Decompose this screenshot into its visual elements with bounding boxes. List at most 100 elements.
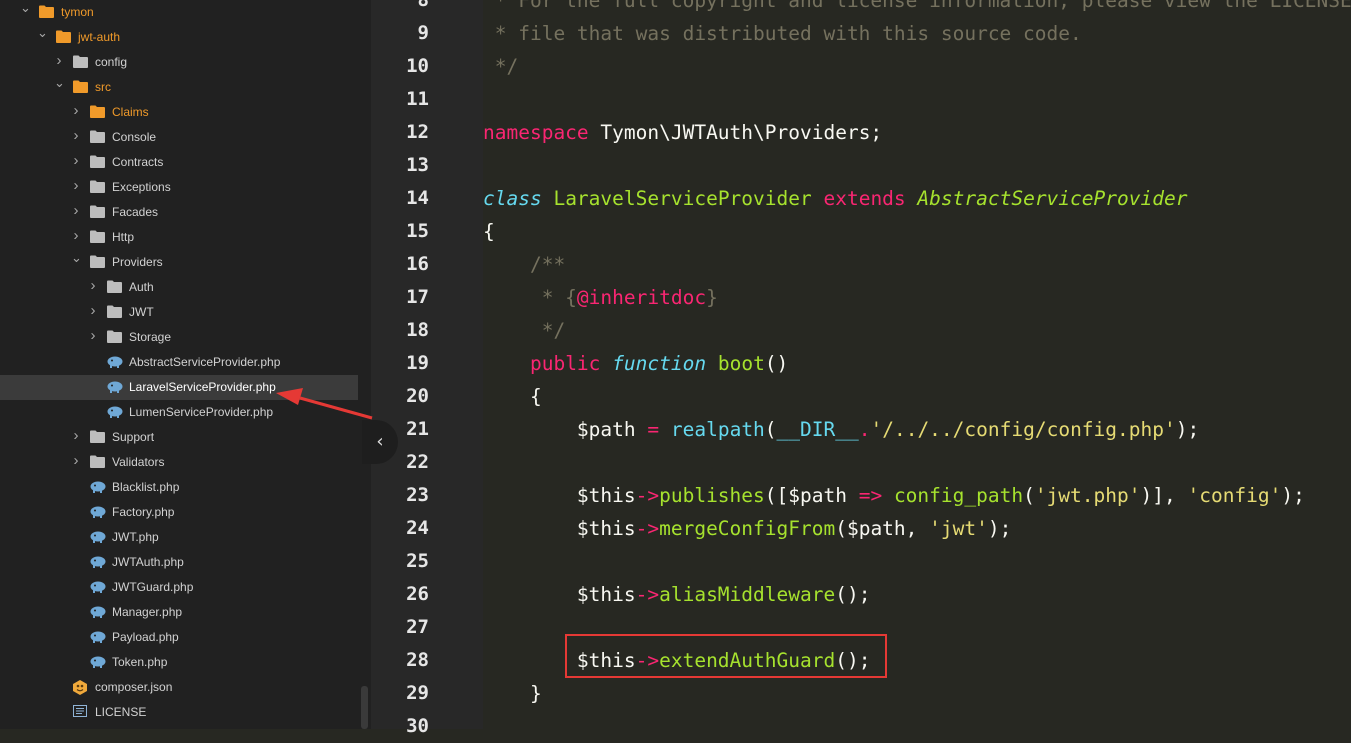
line-number: 19: [406, 352, 429, 374]
tree-item[interactable]: AbstractServiceProvider.php: [0, 350, 358, 375]
tree-item[interactable]: JWT.php: [0, 525, 358, 550]
tree-item[interactable]: ⌄ Providers: [0, 250, 358, 275]
tree-item[interactable]: › Claims: [0, 100, 358, 125]
code-token: class: [483, 187, 542, 210]
chevron-right-icon[interactable]: ›: [88, 328, 98, 343]
tree-item[interactable]: › Support: [0, 425, 358, 450]
tree-item[interactable]: ⌄ jwt-auth: [0, 25, 358, 50]
chevron-right-icon[interactable]: ›: [54, 53, 64, 68]
sidebar-scrollbar[interactable]: [358, 0, 371, 729]
line-number: 14: [406, 187, 429, 209]
tree-item[interactable]: › JWT: [0, 300, 358, 325]
tree-item[interactable]: › Http: [0, 225, 358, 250]
tree-item-label: LaravelServiceProvider.php: [129, 380, 276, 394]
code-line[interactable]: * For the full copyright and license inf…: [483, 0, 1351, 17]
code-line[interactable]: $this->publishes([$path => config_path('…: [483, 479, 1305, 512]
tree-item-label: Storage: [129, 330, 172, 344]
code-token: */: [483, 319, 566, 342]
chevron-right-icon[interactable]: ›: [71, 103, 81, 118]
tree-item-label: Payload.php: [112, 630, 179, 644]
code-token: {: [483, 385, 542, 408]
tree-item[interactable]: › Facades: [0, 200, 358, 225]
code-token: mergeConfigFrom: [659, 517, 836, 540]
chevron-right-icon[interactable]: ›: [71, 153, 81, 168]
code-line[interactable]: * file that was distributed with this so…: [483, 17, 1082, 50]
code-token: {: [483, 220, 495, 243]
tree-item[interactable]: › Validators: [0, 450, 358, 475]
folder-icon: [90, 255, 106, 269]
code-line[interactable]: $this->aliasMiddleware();: [483, 578, 871, 611]
tree-item[interactable]: LICENSE: [0, 700, 358, 725]
tree-item[interactable]: Blacklist.php: [0, 475, 358, 500]
chevron-down-icon[interactable]: ⌄: [37, 26, 48, 40]
chevron-right-icon[interactable]: ›: [71, 203, 81, 218]
tree-item[interactable]: LumenServiceProvider.php: [0, 400, 358, 425]
tree-item[interactable]: › config: [0, 50, 358, 75]
chevron-down-icon[interactable]: ⌄: [20, 1, 31, 15]
code-token: public: [529, 352, 601, 375]
chevron-right-icon[interactable]: ›: [71, 428, 81, 443]
tree-item[interactable]: JWTGuard.php: [0, 575, 358, 600]
code-line[interactable]: {: [483, 380, 542, 413]
chevron-down-icon[interactable]: ⌄: [71, 251, 82, 265]
code-token: extends: [823, 187, 906, 210]
tree-item[interactable]: › Contracts: [0, 150, 358, 175]
tree-item[interactable]: › Storage: [0, 325, 358, 350]
folder-icon: [73, 80, 89, 94]
code-line[interactable]: {: [483, 215, 495, 248]
chevron-right-icon[interactable]: ›: [88, 303, 98, 318]
code-line[interactable]: */: [483, 50, 519, 83]
code-token: );: [1175, 418, 1200, 441]
tree-item[interactable]: Token.php: [0, 650, 358, 675]
code-line[interactable]: $this->mergeConfigFrom($path, 'jwt');: [483, 512, 1011, 545]
sidebar-scrollbar-thumb[interactable]: [361, 686, 368, 729]
chevron-down-icon[interactable]: ⌄: [54, 76, 65, 90]
code-line[interactable]: }: [483, 677, 542, 710]
line-number: 13: [406, 154, 429, 176]
tree-item-label: JWTAuth.php: [112, 555, 184, 569]
tree-item[interactable]: › Exceptions: [0, 175, 358, 200]
code-token: (: [1023, 484, 1035, 507]
code-line[interactable]: namespace Tymon\JWTAuth\Providers;: [483, 116, 882, 149]
tree-item[interactable]: ⌄ src: [0, 75, 358, 100]
line-number: 8: [417, 0, 429, 11]
tree-item[interactable]: Factory.php: [0, 500, 358, 525]
folder-icon: [90, 430, 106, 444]
code-line[interactable]: /**: [483, 248, 565, 281]
chevron-right-icon[interactable]: ›: [88, 278, 98, 293]
chevron-right-icon[interactable]: ›: [71, 453, 81, 468]
tree-item[interactable]: LaravelServiceProvider.php: [0, 375, 358, 400]
composer-icon: [73, 680, 89, 695]
code-token: .: [858, 418, 871, 441]
code-token: ->: [635, 517, 660, 540]
tree-item-label: LICENSE: [95, 705, 147, 719]
tree-item[interactable]: JWTAuth.php: [0, 550, 358, 575]
tree-item[interactable]: › Console: [0, 125, 358, 150]
code-line[interactable]: * {@inheritdoc}: [483, 281, 718, 314]
php-file-icon: [90, 555, 106, 569]
code-token: '/../../config/config.php': [870, 418, 1176, 441]
code-line[interactable]: class LaravelServiceProvider extends Abs…: [483, 182, 1187, 215]
tree-item[interactable]: Payload.php: [0, 625, 358, 650]
tree-item[interactable]: composer.json: [0, 675, 358, 700]
chevron-right-icon[interactable]: ›: [71, 228, 81, 243]
chevron-right-icon[interactable]: ›: [71, 178, 81, 193]
folder-icon: [107, 330, 123, 344]
php-file-icon: [90, 605, 106, 619]
code-line[interactable]: $path = realpath(__DIR__.'/../../config/…: [483, 413, 1199, 446]
chevron-right-icon[interactable]: ›: [71, 128, 81, 143]
code-line[interactable]: */: [483, 314, 566, 347]
tree-item[interactable]: › Auth: [0, 275, 358, 300]
tree-item[interactable]: Manager.php: [0, 600, 358, 625]
line-number: 17: [406, 286, 429, 308]
code-line[interactable]: public function boot(): [483, 347, 788, 380]
folder-icon: [90, 130, 106, 144]
line-number: 16: [406, 253, 429, 275]
php-file-icon: [90, 480, 106, 494]
tree-item[interactable]: ⌄ tymon: [0, 0, 358, 25]
code-token: realpath: [670, 418, 765, 441]
license-file-icon: [73, 705, 89, 719]
